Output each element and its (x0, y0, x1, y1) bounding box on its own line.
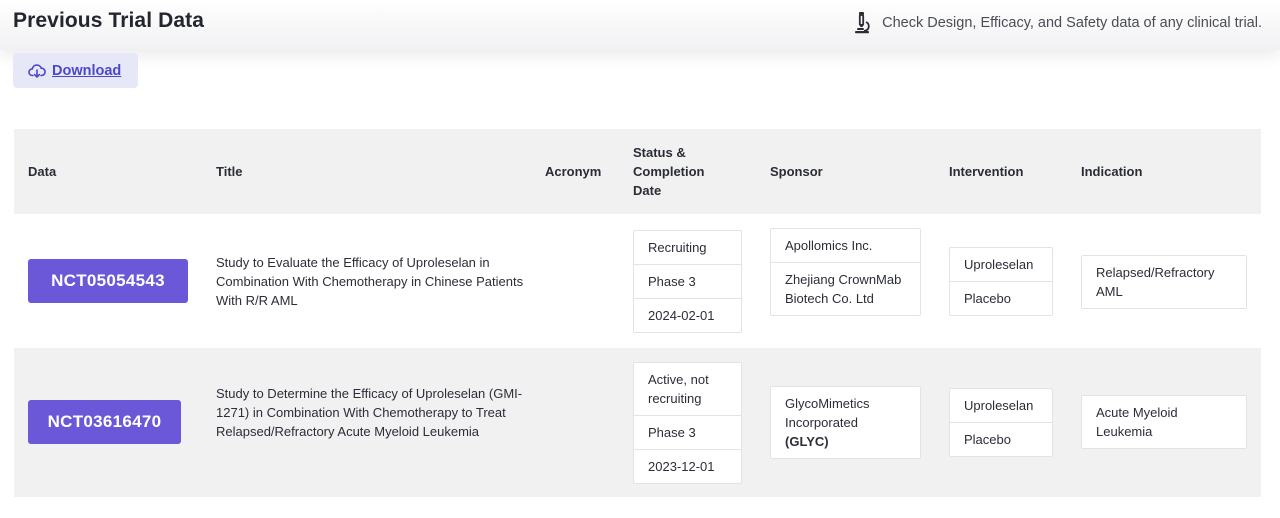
completion-date: 2023-12-01 (634, 449, 741, 483)
column-header-title: Title (216, 164, 243, 179)
column-header-indication: Indication (1081, 164, 1143, 179)
header-subtitle: Check Design, Efficacy, and Safety data … (882, 15, 1262, 31)
indication-text: Acute Myeloid Leukemia (1096, 405, 1178, 439)
header-subtitle-group: Check Design, Efficacy, and Safety data … (851, 11, 1262, 35)
trials-table: Data Title Acronym Status & Completion D… (14, 129, 1261, 497)
intervention-box: Uproleselan Placebo (949, 247, 1053, 316)
sponsor-cell: GlycoMimetics Incorporated (GLYC) (771, 387, 920, 458)
intervention-box: Uproleselan Placebo (949, 388, 1053, 457)
sponsor-box: GlycoMimetics Incorporated (GLYC) (770, 386, 921, 459)
trial-phase: Phase 3 (634, 264, 741, 298)
trial-phase: Phase 3 (634, 415, 741, 449)
column-header-status-line: Status & (633, 145, 686, 160)
column-header-acronym: Acronym (545, 164, 602, 179)
table-header: Data Title Acronym Status & Completion D… (14, 129, 1261, 214)
completion-date: 2024-02-01 (634, 298, 741, 332)
column-header-sponsor: Sponsor (770, 164, 823, 179)
column-header-data: Data (28, 164, 57, 179)
trial-title: Study to Determine the Efficacy of Uprol… (216, 386, 523, 439)
intervention-item: Placebo (950, 281, 1052, 315)
nct-id-button[interactable]: NCT05054543 (28, 259, 188, 303)
status-box: Active, not recruiting Phase 3 2023-12-0… (633, 362, 742, 484)
column-header-intervention: Intervention (949, 164, 1024, 179)
download-label: Download (52, 62, 122, 79)
microscope-icon (855, 12, 870, 34)
status-box: Recruiting Phase 3 2024-02-01 (633, 230, 742, 333)
trial-status: Active, not recruiting (648, 372, 709, 406)
cloud-download-icon (28, 63, 46, 78)
sponsor-name: Zhejiang CrownMab Biotech Co. Ltd (771, 262, 920, 315)
intervention-item: Placebo (950, 422, 1052, 456)
table-row: NCT05054543 Study to Evaluate the Effica… (14, 214, 1261, 348)
sponsor-name: GlycoMimetics Incorporated (785, 396, 870, 430)
download-button[interactable]: Download (13, 53, 138, 88)
indication-text: Relapsed/Refractory AML (1096, 265, 1215, 299)
column-header-status: Status & Completion Date (633, 143, 705, 200)
trial-title: Study to Evaluate the Efficacy of Uprole… (216, 255, 524, 308)
indication-box: Acute Myeloid Leukemia (1081, 395, 1247, 449)
trial-status: Recruiting (648, 240, 707, 255)
page-title: Previous Trial Data (13, 9, 204, 32)
page-header: Previous Trial Data Check Design, Effica… (0, 0, 1280, 50)
sponsor-box: Apollomics Inc. Zhejiang CrownMab Biotec… (770, 228, 921, 316)
nct-id-button[interactable]: NCT03616470 (28, 400, 181, 444)
column-header-status-line: Completion (633, 164, 705, 179)
intervention-item: Uproleselan (964, 398, 1034, 413)
table-row: NCT03616470 Study to Determine the Effic… (14, 348, 1261, 497)
intervention-item: Uproleselan (964, 257, 1034, 272)
indication-box: Relapsed/Refractory AML (1081, 255, 1247, 309)
sponsor-ticker: (GLYC) (785, 434, 829, 449)
column-header-status-line: Date (633, 183, 662, 198)
sponsor-name: Apollomics Inc. (785, 238, 873, 253)
